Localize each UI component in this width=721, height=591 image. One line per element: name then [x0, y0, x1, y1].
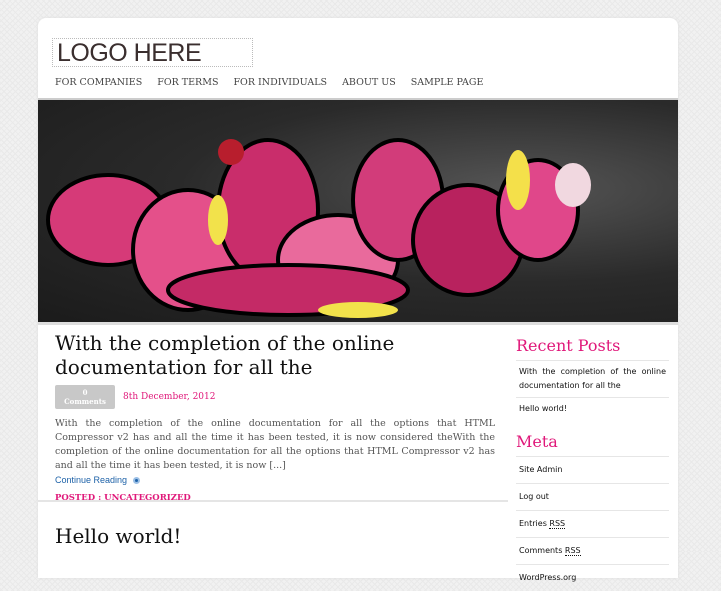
divider [38, 500, 508, 502]
arrow-circle-icon [133, 476, 141, 484]
site-admin-link[interactable]: Site Admin [516, 456, 669, 483]
sidebar: Recent Posts With the completion of the … [516, 336, 669, 591]
post-title[interactable]: With the completion of the online docume… [55, 331, 495, 379]
post-title[interactable]: Hello world! [55, 524, 181, 548]
recent-post-link[interactable]: With the completion of the online docume… [516, 360, 669, 397]
post-date: 8th December, 2012 [123, 392, 216, 402]
nav-for-companies[interactable]: FOR COMPANIES [55, 77, 142, 88]
header-banner-image [38, 100, 678, 322]
main-nav: FOR COMPANIES FOR TERMS FOR INDIVIDUALS … [55, 77, 483, 88]
entries-label: Entries [519, 519, 547, 528]
comments-label: Comments [519, 546, 563, 555]
nav-sample-page[interactable]: SAMPLE PAGE [411, 77, 484, 88]
meta-heading: Meta [516, 432, 558, 451]
recent-post-link[interactable]: Hello world! [516, 397, 669, 420]
comments-rss-link[interactable]: Comments RSS [516, 537, 669, 564]
recent-posts-heading: Recent Posts [516, 336, 621, 355]
nav-for-terms[interactable]: FOR TERMS [157, 77, 218, 88]
continue-reading-link[interactable]: Continue Reading [55, 475, 495, 485]
rss-abbr: RSS [549, 519, 566, 529]
page-container: LOGO HERE FOR COMPANIES FOR TERMS FOR IN… [38, 18, 678, 582]
log-out-link[interactable]: Log out [516, 483, 669, 510]
post: With the completion of the online docume… [55, 331, 495, 503]
nav-for-individuals[interactable]: FOR INDIVIDUALS [233, 77, 327, 88]
logo[interactable]: LOGO HERE [52, 38, 253, 67]
comments-badge[interactable]: 0 Comments [55, 385, 115, 409]
entries-rss-link[interactable]: Entries RSS [516, 510, 669, 537]
post-excerpt: With the completion of the online docume… [55, 418, 495, 471]
divider [38, 322, 678, 325]
rss-abbr: RSS [564, 546, 581, 556]
wordpress-link[interactable]: WordPress.org [516, 564, 669, 591]
nav-about-us[interactable]: ABOUT US [342, 77, 396, 88]
continue-reading-label: Continue Reading [55, 475, 128, 485]
